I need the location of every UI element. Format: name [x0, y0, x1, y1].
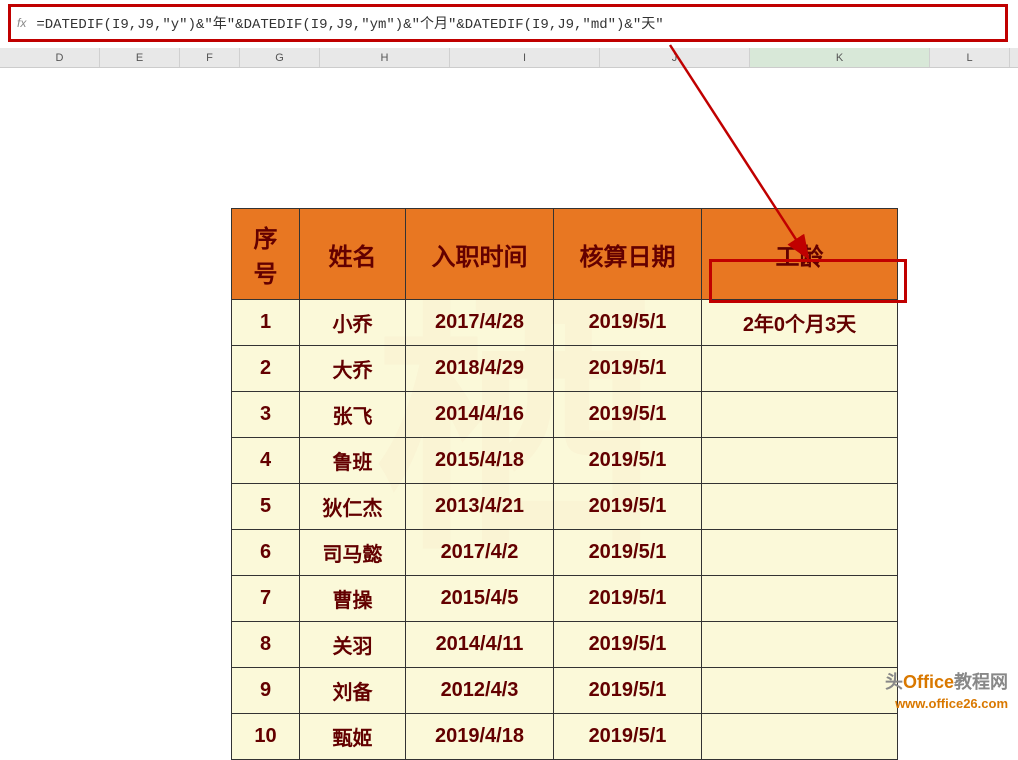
- cell-tenure[interactable]: [702, 438, 898, 484]
- table-row: 7曹操2015/4/52019/5/1: [232, 576, 898, 622]
- col-header-e[interactable]: E: [100, 48, 180, 67]
- cell-tenure[interactable]: [702, 622, 898, 668]
- cell-hire[interactable]: 2012/4/3: [406, 668, 554, 714]
- cell-seq[interactable]: 5: [232, 484, 300, 530]
- cell-seq[interactable]: 2: [232, 346, 300, 392]
- cell-name[interactable]: 狄仁杰: [300, 484, 406, 530]
- cell-calc[interactable]: 2019/5/1: [554, 300, 702, 346]
- th-sequence[interactable]: 序号: [232, 209, 300, 300]
- table-row: 1小乔2017/4/282019/5/12年0个月3天: [232, 300, 898, 346]
- table-header-row: 序号 姓名 入职时间 核算日期 工龄: [232, 209, 898, 300]
- fx-icon: fx: [11, 16, 32, 30]
- cell-seq[interactable]: 1: [232, 300, 300, 346]
- cell-hire[interactable]: 2014/4/16: [406, 392, 554, 438]
- table-row: 5狄仁杰2013/4/212019/5/1: [232, 484, 898, 530]
- cell-calc[interactable]: 2019/5/1: [554, 530, 702, 576]
- cell-hire[interactable]: 2017/4/2: [406, 530, 554, 576]
- table-row: 9刘备2012/4/32019/5/1: [232, 668, 898, 714]
- cell-calc[interactable]: 2019/5/1: [554, 346, 702, 392]
- data-table: 序号 姓名 入职时间 核算日期 工龄 1小乔2017/4/282019/5/12…: [231, 208, 898, 760]
- footer-branding: 头Office教程网 www.office26.com: [885, 668, 1008, 711]
- formula-input[interactable]: [32, 11, 1005, 35]
- cell-calc[interactable]: 2019/5/1: [554, 714, 702, 760]
- cell-hire[interactable]: 2019/4/18: [406, 714, 554, 760]
- cell-seq[interactable]: 4: [232, 438, 300, 484]
- cell-tenure[interactable]: 2年0个月3天: [702, 300, 898, 346]
- cell-tenure[interactable]: [702, 346, 898, 392]
- cell-tenure[interactable]: [702, 576, 898, 622]
- col-header-f[interactable]: F: [180, 48, 240, 67]
- cell-name[interactable]: 司马懿: [300, 530, 406, 576]
- col-header-h[interactable]: H: [320, 48, 450, 67]
- cell-hire[interactable]: 2015/4/5: [406, 576, 554, 622]
- table-row: 6司马懿2017/4/22019/5/1: [232, 530, 898, 576]
- table-row: 8关羽2014/4/112019/5/1: [232, 622, 898, 668]
- formula-bar[interactable]: fx: [8, 4, 1008, 42]
- cell-hire[interactable]: 2014/4/11: [406, 622, 554, 668]
- col-header-g[interactable]: G: [240, 48, 320, 67]
- col-header-j[interactable]: J: [600, 48, 750, 67]
- column-headers-row: D E F G H I J K L: [0, 48, 1018, 68]
- cell-calc[interactable]: 2019/5/1: [554, 622, 702, 668]
- cell-seq[interactable]: 7: [232, 576, 300, 622]
- th-name[interactable]: 姓名: [300, 209, 406, 300]
- cell-calc[interactable]: 2019/5/1: [554, 392, 702, 438]
- cell-name[interactable]: 关羽: [300, 622, 406, 668]
- cell-seq[interactable]: 10: [232, 714, 300, 760]
- table-row: 2大乔2018/4/292019/5/1: [232, 346, 898, 392]
- cell-calc[interactable]: 2019/5/1: [554, 576, 702, 622]
- cell-name[interactable]: 小乔: [300, 300, 406, 346]
- cell-name[interactable]: 甄姬: [300, 714, 406, 760]
- logo-text: 头Office教程网: [885, 668, 1008, 694]
- cell-calc[interactable]: 2019/5/1: [554, 438, 702, 484]
- cell-seq[interactable]: 3: [232, 392, 300, 438]
- cell-tenure[interactable]: [702, 714, 898, 760]
- cell-calc[interactable]: 2019/5/1: [554, 668, 702, 714]
- cell-hire[interactable]: 2015/4/18: [406, 438, 554, 484]
- cell-tenure[interactable]: [702, 392, 898, 438]
- cell-seq[interactable]: 9: [232, 668, 300, 714]
- cell-tenure[interactable]: [702, 484, 898, 530]
- logo-url: www.office26.com: [895, 696, 1008, 711]
- cell-name[interactable]: 张飞: [300, 392, 406, 438]
- col-header-d[interactable]: D: [20, 48, 100, 67]
- cell-hire[interactable]: 2017/4/28: [406, 300, 554, 346]
- col-header-l[interactable]: L: [930, 48, 1010, 67]
- table-row: 3张飞2014/4/162019/5/1: [232, 392, 898, 438]
- cell-tenure[interactable]: [702, 668, 898, 714]
- cell-hire[interactable]: 2013/4/21: [406, 484, 554, 530]
- cell-seq[interactable]: 6: [232, 530, 300, 576]
- cell-hire[interactable]: 2018/4/29: [406, 346, 554, 392]
- cell-calc[interactable]: 2019/5/1: [554, 484, 702, 530]
- cell-seq[interactable]: 8: [232, 622, 300, 668]
- cell-tenure[interactable]: [702, 530, 898, 576]
- cell-name[interactable]: 鲁班: [300, 438, 406, 484]
- table-row: 10甄姬2019/4/182019/5/1: [232, 714, 898, 760]
- cell-name[interactable]: 刘备: [300, 668, 406, 714]
- table-row: 4鲁班2015/4/182019/5/1: [232, 438, 898, 484]
- th-hire-date[interactable]: 入职时间: [406, 209, 554, 300]
- cell-name[interactable]: 曹操: [300, 576, 406, 622]
- th-calc-date[interactable]: 核算日期: [554, 209, 702, 300]
- th-tenure[interactable]: 工龄: [702, 209, 898, 300]
- col-header-k[interactable]: K: [750, 48, 930, 67]
- cell-name[interactable]: 大乔: [300, 346, 406, 392]
- col-header-i[interactable]: I: [450, 48, 600, 67]
